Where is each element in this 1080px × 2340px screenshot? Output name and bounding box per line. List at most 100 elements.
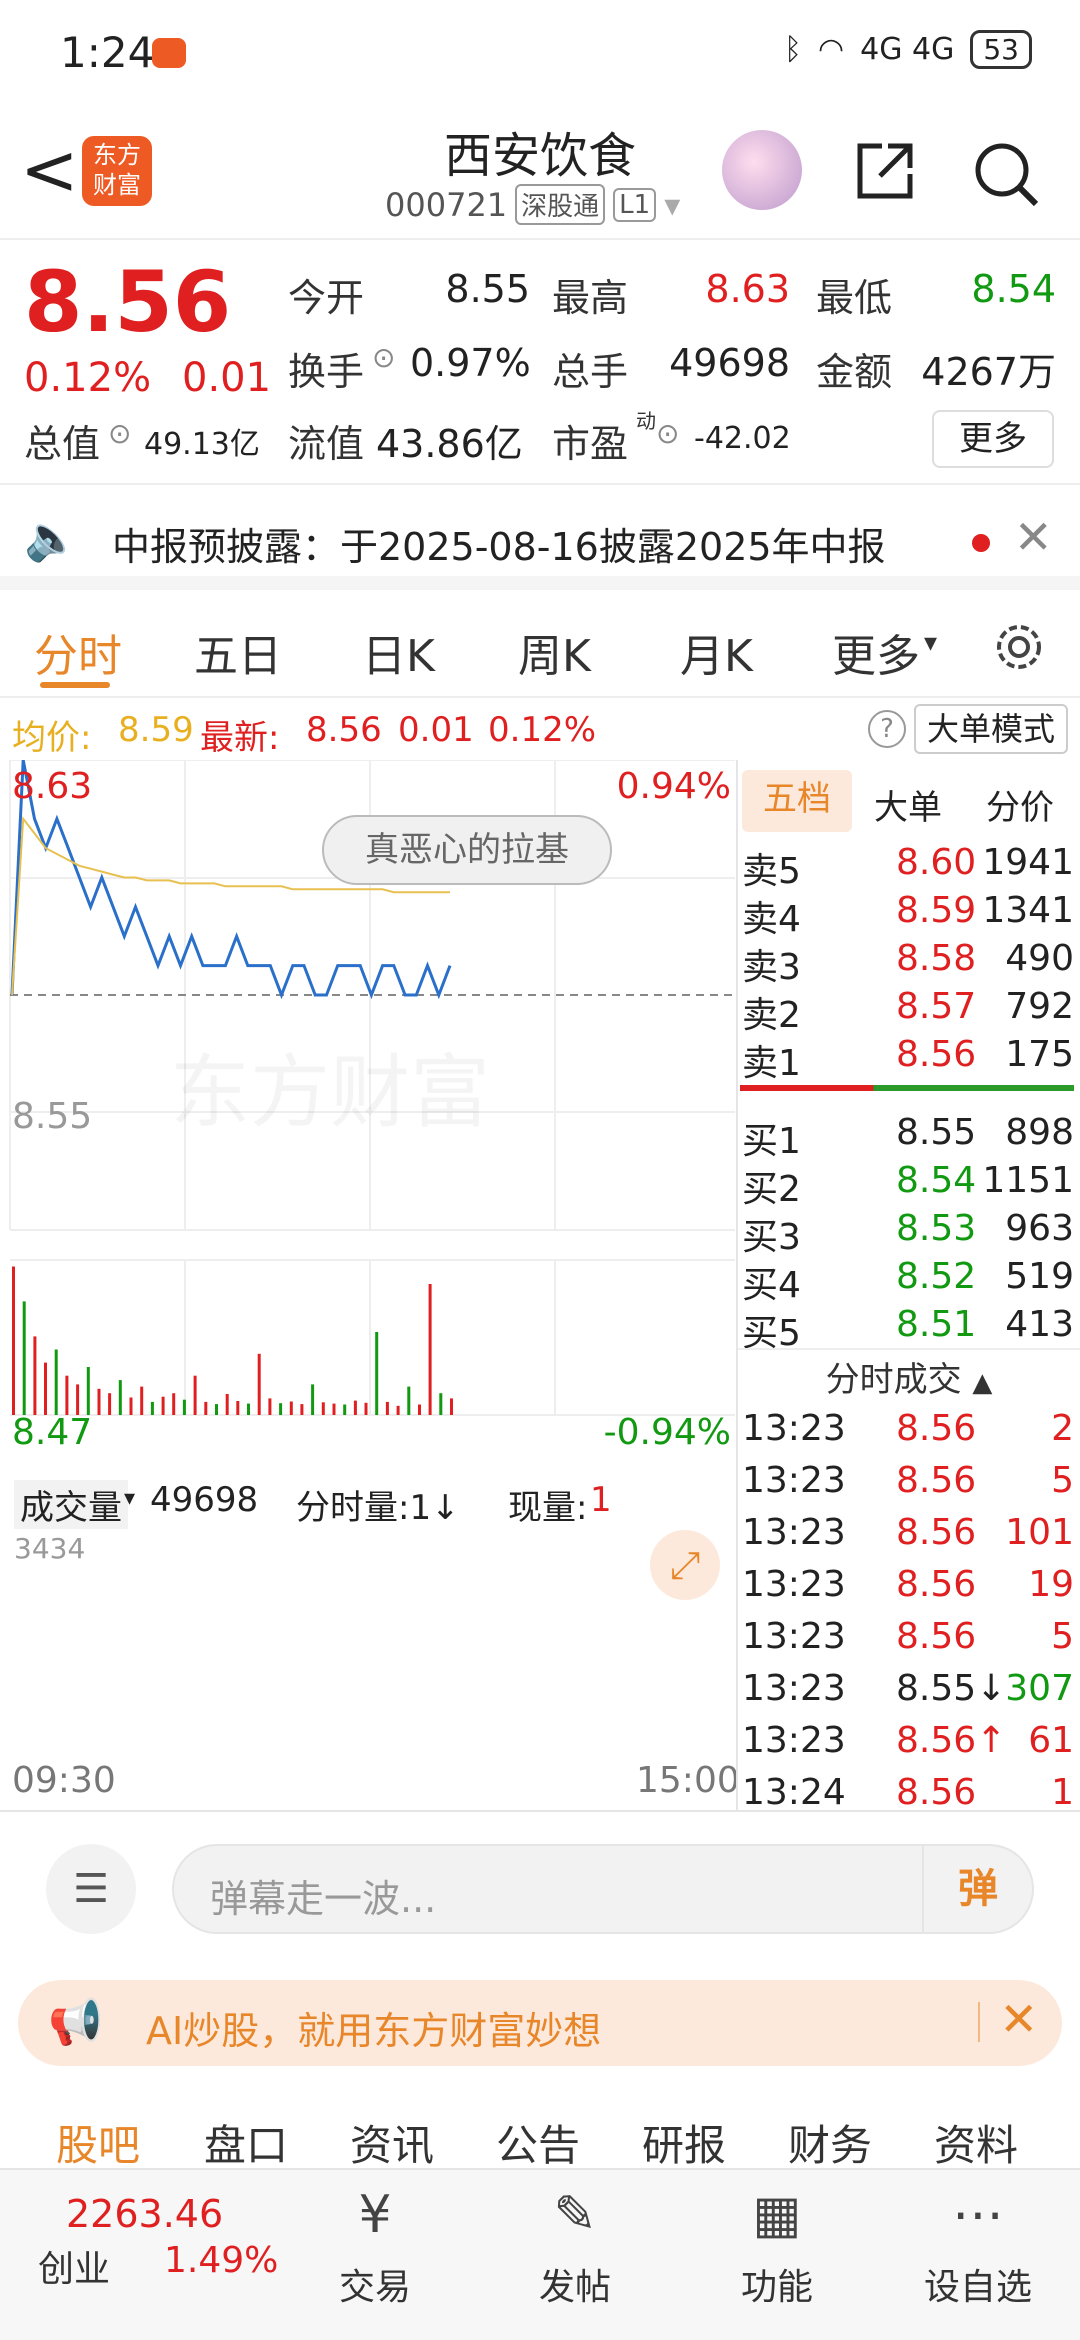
tick-price: 8.56 <box>896 1564 977 1605</box>
status-time: 1:24 <box>60 28 155 77</box>
volume-bar <box>321 1402 325 1415</box>
tab-price-split[interactable]: 分价 <box>986 780 1054 829</box>
help-icon[interactable]: ? <box>868 710 906 748</box>
volume-bar <box>428 1284 432 1415</box>
sell-row-4[interactable]: 卖4 8.59 1341 <box>738 888 1080 940</box>
buy-row-2[interactable]: 买2 8.54 1151 <box>738 1158 1080 1210</box>
low-value: 8.54 <box>971 267 1056 311</box>
nav-trade[interactable]: ¥ 交易 <box>300 2180 450 2310</box>
level-qty: 898 <box>1005 1112 1074 1153</box>
volume-bar <box>247 1403 250 1415</box>
current-volume-value: 1 <box>590 1480 612 1520</box>
tick-price: 8.56↑ <box>896 1720 1007 1761</box>
level-label: 买1 <box>742 1121 801 1162</box>
tick-time: 13:23 <box>742 1564 846 1605</box>
tab-weekly-k[interactable]: 周K <box>518 620 591 684</box>
info-icon[interactable]: ⊙ <box>372 341 395 374</box>
tab-monthly-k[interactable]: 月K <box>680 620 753 684</box>
info-icon[interactable]: ⊙ <box>656 417 679 450</box>
tick-price: 8.55↓ <box>896 1668 1007 1709</box>
buy-sell-ratio-bar <box>740 1085 1074 1091</box>
ai-banner[interactable]: 📢 AI炒股，就用东方财富妙想 ✕ <box>18 1980 1062 2066</box>
volume-bar <box>86 1367 90 1415</box>
tab-five-day[interactable]: 五日 <box>194 620 282 684</box>
tick-row: 13:23 8.56 2 <box>738 1406 1080 1454</box>
tick-time: 13:24 <box>742 1772 846 1813</box>
level-label: 买4 <box>742 1265 801 1306</box>
chevron-up-icon: ▲ <box>972 1368 993 1398</box>
nav-post[interactable]: ✎ 发帖 <box>500 2180 650 2310</box>
sell-row-5[interactable]: 卖5 8.60 1941 <box>738 840 1080 892</box>
sell-row-1[interactable]: 卖1 8.56 175 <box>738 1032 1080 1084</box>
volume-bar <box>150 1401 154 1415</box>
stock-code-row[interactable]: 000721 深股通 L1 ▾ <box>385 184 680 225</box>
gear-icon[interactable] <box>990 618 1048 676</box>
danmu-toggle-button[interactable]: 弹 <box>922 1846 1032 1932</box>
expand-icon[interactable]: ⤢ <box>650 1530 720 1600</box>
volume-bar <box>418 1404 421 1415</box>
danmu-input[interactable]: 弹幕走一波... 弹 <box>172 1844 1034 1934</box>
tick-time: 13:23 <box>742 1460 846 1501</box>
ai-banner-text[interactable]: AI炒股，就用东方财富妙想 <box>146 2000 601 2055</box>
close-icon[interactable]: ✕ <box>999 1992 1038 2046</box>
volume-bar <box>129 1397 133 1415</box>
share-icon[interactable] <box>852 138 918 204</box>
tab-five-levels[interactable]: 五档 <box>742 770 852 832</box>
nav-watchlist[interactable]: ⋯ 设自选 <box>903 2180 1053 2310</box>
tab-profile[interactable]: 资料 <box>934 2112 1018 2173</box>
volume-bar <box>44 1362 47 1415</box>
volume-bars <box>12 1266 453 1415</box>
sell-row-3[interactable]: 卖3 8.58 490 <box>738 936 1080 988</box>
sell-row-2[interactable]: 卖2 8.57 792 <box>738 984 1080 1036</box>
volume-indicator-select[interactable]: 成交量 <box>14 1480 128 1529</box>
volume-max-label: 3434 <box>14 1532 86 1565</box>
tab-announcements[interactable]: 公告 <box>496 2112 580 2173</box>
tab-daily-k[interactable]: 日K <box>362 620 435 684</box>
comment-bar: ☰ 弹幕走一波... 弹 <box>0 1820 1080 1950</box>
tab-big-orders[interactable]: 大单 <box>874 780 942 829</box>
tab-news[interactable]: 资讯 <box>350 2112 434 2173</box>
more-button[interactable]: 更多 <box>932 410 1054 468</box>
connect-tag: 深股通 <box>515 184 606 225</box>
tab-intraday[interactable]: 分时 <box>34 620 122 684</box>
notice-banner[interactable]: 🔈 中报预披露：于2025-08-16披露2025年中报 ✕ <box>0 490 1080 590</box>
ticks-title-text: 分时成交 <box>825 1360 962 1400</box>
volume-value: 49698 <box>669 341 790 385</box>
battery-icon: 53 <box>970 30 1032 69</box>
ticks-title[interactable]: 分时成交 ▲ <box>738 1352 1080 1401</box>
current-volume-label: 现量: <box>508 1488 588 1528</box>
tick-price: 8.56 <box>896 1616 977 1657</box>
notes-icon[interactable]: ☰ <box>46 1844 136 1934</box>
nav-functions[interactable]: ▦ 功能 <box>702 2180 852 2310</box>
open-label: 今开 <box>288 276 365 320</box>
tab-finance[interactable]: 财务 <box>788 2112 872 2173</box>
tick-qty: 5 <box>1051 1460 1074 1501</box>
pe-superscript: 动 <box>636 409 656 433</box>
level-qty: 1941 <box>982 842 1074 883</box>
tick-qty: 101 <box>1005 1512 1074 1553</box>
level-qty: 490 <box>1005 938 1074 979</box>
mktcap-label: 总值 <box>24 422 101 466</box>
buy-row-4[interactable]: 买4 8.52 519 <box>738 1254 1080 1306</box>
y-bottom-label: 8.47 <box>12 1412 93 1453</box>
buy-row-3[interactable]: 买3 8.53 963 <box>738 1206 1080 1258</box>
search-icon[interactable] <box>970 138 1040 208</box>
big-order-mode-button[interactable]: 大单模式 <box>914 704 1068 754</box>
intraday-chart[interactable]: 东方财富 8.63 8.55 8.47 0.94% -0.94% 真恶心的拉基 … <box>0 760 740 1810</box>
notice-text[interactable]: 中报预披露：于2025-08-16披露2025年中报 <box>112 516 886 571</box>
tab-pankou[interactable]: 盘口 <box>204 2112 288 2173</box>
close-icon[interactable]: ✕ <box>1014 510 1053 564</box>
buy-row-1[interactable]: 买1 8.55 898 <box>738 1110 1080 1162</box>
volume-bar <box>289 1401 293 1415</box>
danmu-bubble[interactable]: 真恶心的拉基 <box>322 815 612 885</box>
tab-research[interactable]: 研报 <box>642 2112 726 2173</box>
tab-more[interactable]: 更多 <box>832 620 920 684</box>
chart-canvas[interactable]: 东方财富 <box>0 760 735 1810</box>
buy-row-5[interactable]: 买5 8.51 413 <box>738 1302 1080 1354</box>
info-icon[interactable]: ⊙ <box>108 417 131 450</box>
tab-guba[interactable]: 股吧 <box>56 2112 140 2173</box>
ai-assistant-icon[interactable] <box>722 130 802 210</box>
pct-bottom-label: -0.94% <box>603 1412 731 1453</box>
time-end-label: 15:00 <box>636 1760 740 1801</box>
book-tabs: 五档 大单 分价 <box>738 766 1080 832</box>
